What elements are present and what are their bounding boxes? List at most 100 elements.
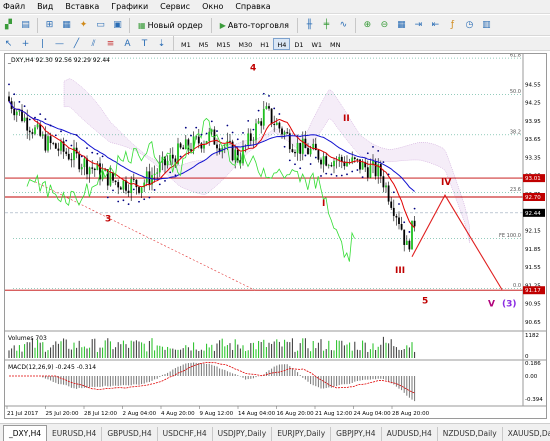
new-order-button[interactable]: ▦ Новый ордер <box>134 17 207 33</box>
timeframe-m30[interactable]: M30 <box>234 38 256 50</box>
timeframe-mn[interactable]: MN <box>326 38 344 50</box>
candle-body <box>382 176 385 188</box>
projected-wave-path <box>411 194 503 290</box>
psar-dot <box>314 156 317 159</box>
menu-charts[interactable]: Графики <box>105 0 154 14</box>
crosshair-icon[interactable]: + <box>18 36 33 52</box>
candle-body <box>330 165 333 167</box>
wave-label: III <box>395 266 405 276</box>
time-axis-label: 16 Aug 20:00 <box>277 411 315 417</box>
fibonacci-icon[interactable]: ≡ <box>103 36 118 52</box>
vertical-line-icon[interactable]: | <box>35 36 50 52</box>
templates-icon[interactable]: ▥ <box>479 17 494 33</box>
candle-body <box>179 143 182 148</box>
timeframe-d1[interactable]: D1 <box>290 38 307 50</box>
timeframe-m1[interactable]: M1 <box>177 38 195 50</box>
timeframe-h1[interactable]: H1 <box>256 38 273 50</box>
timeframe-m15[interactable]: M15 <box>213 38 235 50</box>
bar-chart-icon[interactable]: ╫ <box>302 17 317 33</box>
timeframe-m5[interactable]: M5 <box>195 38 213 50</box>
candle-body <box>184 139 187 150</box>
timeframe-w1[interactable]: W1 <box>307 38 326 50</box>
timeframe-h4[interactable]: H4 <box>273 37 291 50</box>
wave-label: 5 <box>422 297 428 307</box>
terminal-icon[interactable]: ▭ <box>93 17 108 33</box>
tab-dxy-h4[interactable]: _DXY,H4 <box>3 425 48 441</box>
psar-dot <box>91 151 94 154</box>
channel-icon[interactable]: ⫽ <box>86 36 101 52</box>
psar-dot <box>80 155 83 158</box>
candle-body <box>408 240 411 250</box>
navigator-icon[interactable]: ✦ <box>76 17 91 33</box>
indicators-icon[interactable]: ƒ <box>445 17 460 33</box>
candle-body <box>208 131 211 142</box>
menu-view[interactable]: Вид <box>31 0 59 14</box>
cursor-icon[interactable]: ↖ <box>1 36 16 52</box>
candle-body <box>356 159 359 160</box>
ichimoku-kumo <box>63 78 470 243</box>
time-axis-label: 4 Aug 20:00 <box>161 411 195 417</box>
psar-dot <box>8 83 10 86</box>
psar-dot <box>70 144 73 147</box>
auto-scroll-icon[interactable]: ⇥ <box>411 17 426 33</box>
candle-body <box>286 132 289 134</box>
tab-usdjpy-daily[interactable]: USDJPY,Daily <box>213 427 273 441</box>
candle-body <box>127 190 130 194</box>
candle-body <box>80 167 83 170</box>
periods-icon[interactable]: ◷ <box>462 17 477 33</box>
text-tool-icon[interactable]: A <box>120 36 135 52</box>
psar-dot <box>28 118 31 121</box>
market-watch-icon[interactable]: ⊞ <box>42 17 57 33</box>
autotrading-button[interactable]: ▶ Авто-торговля <box>216 17 293 33</box>
menu-tools[interactable]: Сервис <box>154 0 196 14</box>
tab-eurusd-h4[interactable]: EURUSD,H4 <box>47 427 103 441</box>
tile-windows-icon[interactable]: ▦ <box>394 17 409 33</box>
candle-body <box>385 185 387 188</box>
menu-help[interactable]: Справка <box>229 0 276 14</box>
data-window-icon[interactable]: ▦ <box>59 17 74 33</box>
trendline-icon[interactable]: ╱ <box>69 36 84 52</box>
psar-dot <box>179 155 182 158</box>
psar-dot <box>325 172 328 175</box>
candle-body <box>132 179 135 180</box>
menu-window[interactable]: Окно <box>196 0 229 14</box>
tab-audusd-h4[interactable]: AUDUSD,H4 <box>382 427 438 441</box>
psar-dot <box>101 155 104 158</box>
zoom-out-icon[interactable]: ⊖ <box>377 17 392 33</box>
new-chart-icon[interactable]: ▞ <box>1 17 16 33</box>
candle-body <box>278 122 281 129</box>
arrows-icon[interactable]: ⇣ <box>154 36 169 52</box>
candle-body <box>67 153 70 160</box>
zoom-in-icon[interactable]: ⊕ <box>360 17 375 33</box>
horizontal-line-icon[interactable]: — <box>52 36 67 52</box>
psar-dot <box>23 105 26 108</box>
toolbar-divider <box>37 17 38 33</box>
tab-nzdusd-daily[interactable]: NZDUSD,Daily <box>438 427 503 441</box>
psar-dot <box>283 145 286 148</box>
line-chart-icon[interactable]: ∿ <box>336 17 351 33</box>
psar-dot <box>294 163 296 166</box>
psar-dot <box>242 132 244 134</box>
candlestick-icon[interactable]: ╪ <box>319 17 334 33</box>
candle-body <box>322 156 325 165</box>
tab-gbpusd-h4[interactable]: GBPUSD,H4 <box>102 427 158 441</box>
tab-xauusd-daily[interactable]: XAUUSD,Daily <box>503 427 550 441</box>
chart-shift-icon[interactable]: ⇤ <box>428 17 443 33</box>
label-tool-icon[interactable]: T <box>137 36 152 52</box>
candle-body <box>366 167 369 178</box>
menu-insert[interactable]: Вставка <box>59 0 105 14</box>
psar-dot <box>158 183 161 186</box>
autotrading-icon: ▶ <box>219 20 226 30</box>
tab-gbpjpy-h4[interactable]: GBPJPY,H4 <box>331 427 382 441</box>
tester-icon[interactable]: ▣ <box>110 17 125 33</box>
chart-window[interactable]: 61.8 50.0 38.2 23.6 FE 100.0 0.0 4 II 3 I III IV 5 V… <box>4 53 547 419</box>
profiles-icon[interactable]: ▤ <box>18 17 33 33</box>
menu-file[interactable]: Файл <box>0 0 31 14</box>
toolbar-divider <box>173 36 174 51</box>
fibonacci-label: 38.2 <box>510 129 521 135</box>
psar-dot <box>413 207 416 210</box>
psar-dot <box>210 120 213 123</box>
tab-usdchf-h4[interactable]: USDCHF,H4 <box>158 427 213 441</box>
chart-canvas[interactable]: 61.850.038.223.6FE 100.00.0 4II3IIIIIV5 V… <box>5 54 546 418</box>
tab-eurjpy-daily[interactable]: EURJPY,Daily <box>272 427 332 441</box>
